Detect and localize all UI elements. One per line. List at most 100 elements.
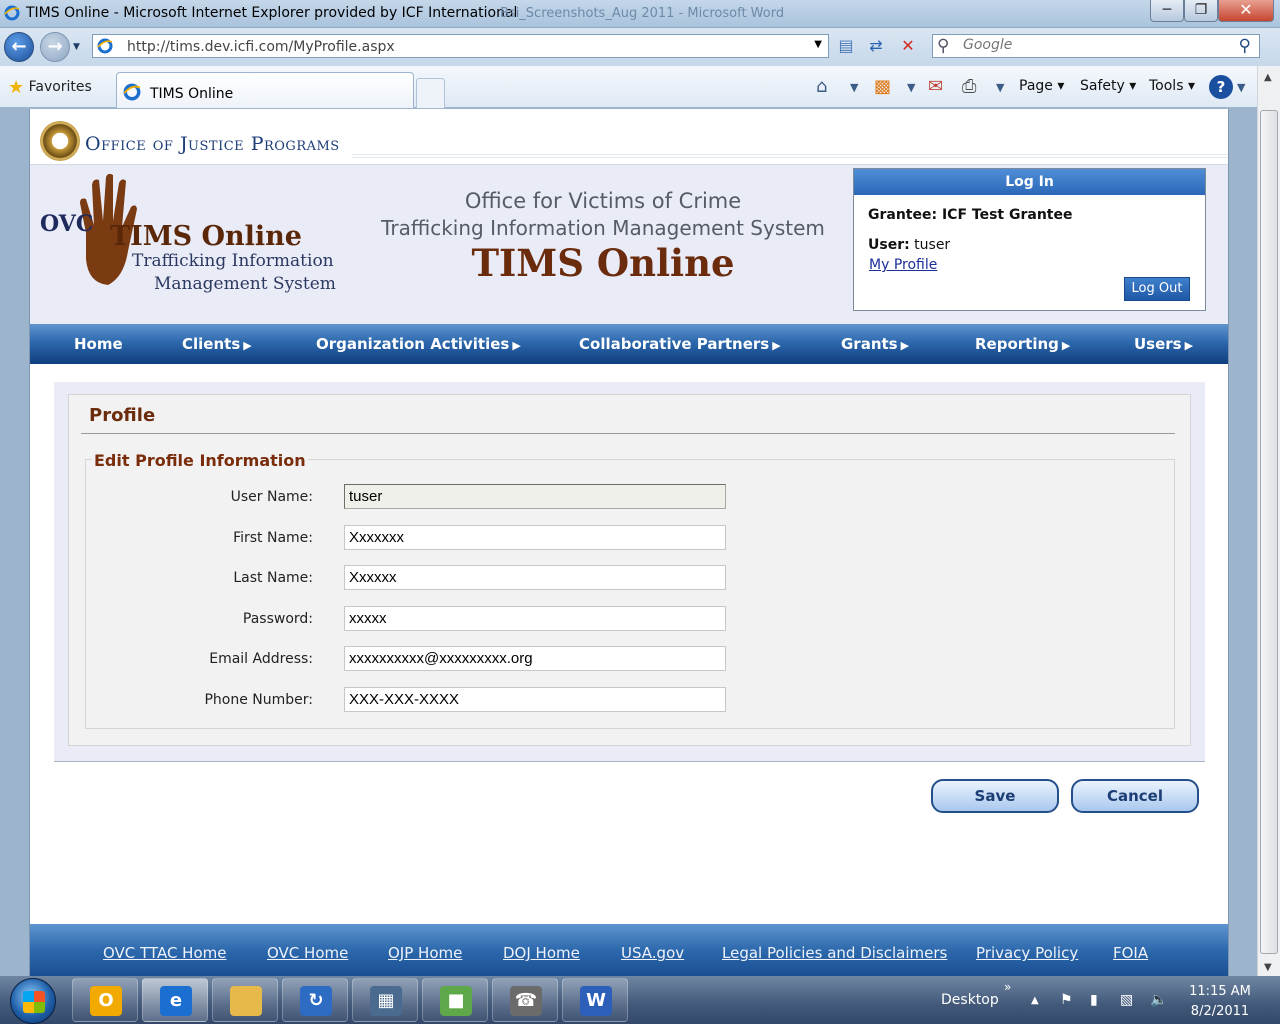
- taskbar-word[interactable]: W: [562, 978, 628, 1022]
- footer-link-ojp[interactable]: OJP Home: [388, 944, 462, 962]
- window-title-ghost: Bsi_Screenshots_Aug 2011 - Microsoft Wor…: [500, 6, 785, 21]
- forward-button[interactable]: →: [40, 32, 70, 62]
- help-icon[interactable]: ?: [1209, 75, 1233, 99]
- vertical-scrollbar[interactable]: ▲ ▼: [1257, 66, 1280, 976]
- taskbar-outlook[interactable]: O: [72, 978, 138, 1022]
- maximize-button[interactable]: ❐: [1184, 0, 1218, 22]
- submenu-arrow-icon: ▶: [243, 339, 252, 352]
- tools-menu[interactable]: Tools ▾: [1149, 78, 1195, 94]
- menu-grants-label: Grants: [841, 335, 898, 353]
- banner-rule: [352, 154, 1228, 160]
- footer-link-ovc[interactable]: OVC Home: [267, 944, 348, 962]
- address-dropdown-icon[interactable]: ▼: [814, 39, 822, 50]
- new-tab-button[interactable]: [416, 78, 445, 108]
- login-header: Log In: [854, 169, 1205, 195]
- username-field[interactable]: [344, 484, 726, 509]
- taskbar-communicator[interactable]: ↻: [282, 978, 348, 1022]
- email-field[interactable]: [344, 646, 726, 671]
- network-icon[interactable]: ▧: [1120, 992, 1133, 1008]
- taskbar-remote-desktop[interactable]: ▦: [352, 978, 418, 1022]
- favorites-button[interactable]: ★ Favorites: [8, 77, 92, 98]
- tab-ie-icon: [123, 83, 141, 101]
- footer-link-privacy[interactable]: Privacy Policy: [976, 944, 1078, 962]
- menu-reporting[interactable]: Reporting ▶: [975, 335, 1070, 353]
- menu-users[interactable]: Users ▶: [1134, 335, 1193, 353]
- battery-icon[interactable]: ▮: [1090, 992, 1098, 1008]
- recent-pages-dropdown-icon[interactable]: ▼: [73, 42, 80, 52]
- footer-link-usa-gov[interactable]: USA.gov: [621, 944, 684, 962]
- page-title: Profile: [89, 405, 156, 426]
- save-button[interactable]: Save: [931, 779, 1059, 813]
- logo-tims: TIMS Online: [110, 221, 302, 252]
- header-line-3: TIMS Online: [471, 241, 735, 285]
- home-dropdown-icon[interactable]: ▼: [850, 81, 858, 94]
- feeds-icon[interactable]: ▩: [874, 76, 891, 97]
- footer-link-ovc-ttac[interactable]: OVC TTAC Home: [103, 944, 226, 962]
- window-title: TIMS Online - Microsoft Internet Explore…: [26, 5, 518, 21]
- tray-expand-icon[interactable]: ▲: [1031, 995, 1039, 1006]
- back-button[interactable]: ←: [4, 32, 34, 62]
- logout-button[interactable]: Log Out: [1124, 277, 1190, 301]
- submenu-arrow-icon: ▶: [900, 339, 910, 352]
- phone-field[interactable]: [344, 687, 726, 712]
- lastname-field[interactable]: [344, 565, 726, 590]
- username-label: User Name:: [230, 489, 313, 505]
- scroll-down-icon[interactable]: ▼: [1264, 962, 1272, 973]
- lock-icon: ■: [440, 986, 472, 1016]
- menu-collaborative-partners[interactable]: Collaborative Partners ▶: [579, 335, 781, 353]
- system-clock[interactable]: 11:15 AM 8/2/2011: [1180, 982, 1260, 1022]
- page-menu[interactable]: Page ▾: [1019, 78, 1064, 94]
- cancel-button[interactable]: Cancel: [1071, 779, 1199, 813]
- compatibility-view-icon[interactable]: ▤: [834, 35, 858, 57]
- refresh-icon[interactable]: ⇄: [864, 35, 888, 57]
- help-dropdown-icon[interactable]: ▼: [1237, 81, 1245, 94]
- minimize-button[interactable]: ─: [1150, 0, 1184, 22]
- taskbar-internet-explorer[interactable]: e: [142, 978, 208, 1022]
- submenu-arrow-icon: ▶: [1061, 339, 1071, 352]
- address-url[interactable]: http://tims.dev.icfi.com/MyProfile.aspx: [127, 39, 395, 55]
- menu-users-label: Users: [1134, 335, 1182, 353]
- menu-organization-activities[interactable]: Organization Activities ▶: [316, 335, 521, 353]
- taskbar-explorer[interactable]: [212, 978, 278, 1022]
- footer-link-legal[interactable]: Legal Policies and Disclaimers: [722, 944, 947, 962]
- password-field[interactable]: [344, 606, 726, 631]
- windows-taskbar: O e ↻ ▦ ■ ☎ W Desktop » ▲ ⚑ ▮ ▧ 🔈 11:15 …: [0, 976, 1280, 1024]
- my-profile-link[interactable]: My Profile: [869, 257, 937, 273]
- action-center-flag-icon[interactable]: ⚑: [1060, 992, 1073, 1008]
- footer-link-doj[interactable]: DOJ Home: [503, 944, 580, 962]
- stop-icon[interactable]: ✕: [896, 35, 920, 57]
- firstname-field[interactable]: [344, 525, 726, 550]
- menu-home[interactable]: Home: [74, 335, 123, 353]
- menu-grants[interactable]: Grants ▶: [841, 335, 909, 353]
- window-titlebar: TIMS Online - Microsoft Internet Explore…: [0, 0, 1280, 28]
- scroll-thumb[interactable]: [1260, 110, 1278, 954]
- feeds-dropdown-icon[interactable]: ▼: [907, 81, 915, 94]
- taskbar-security[interactable]: ■: [422, 978, 488, 1022]
- taskbar-phone[interactable]: ☎: [492, 978, 558, 1022]
- close-button[interactable]: ✕: [1218, 0, 1274, 22]
- desktop-toolbar-label[interactable]: Desktop: [941, 992, 999, 1008]
- scroll-up-icon[interactable]: ▲: [1264, 72, 1272, 83]
- page-viewport: Office of Justice Programs OVC TIMS Onli…: [0, 109, 1257, 976]
- menu-clients[interactable]: Clients ▶: [182, 335, 252, 353]
- search-icon[interactable]: ⚲: [1239, 36, 1251, 56]
- home-icon[interactable]: ⌂: [816, 76, 827, 97]
- menu-home-label: Home: [74, 335, 123, 353]
- search-input[interactable]: [963, 37, 1213, 53]
- print-icon[interactable]: ⎙: [962, 76, 976, 97]
- footer-link-foia[interactable]: FOIA: [1113, 944, 1148, 962]
- phone-label: Phone Number:: [204, 692, 313, 708]
- search-box[interactable]: ⚲ ⚲: [932, 34, 1260, 58]
- mail-icon[interactable]: ✉: [928, 76, 943, 97]
- communicator-icon: ↻: [300, 986, 332, 1016]
- submenu-arrow-icon: ▶: [772, 339, 781, 352]
- toolbar-chevron-icon[interactable]: »: [1004, 980, 1011, 994]
- address-bar[interactable]: http://tims.dev.icfi.com/MyProfile.aspx …: [92, 34, 829, 58]
- user-value: tuser: [914, 237, 951, 253]
- volume-icon[interactable]: 🔈: [1150, 992, 1167, 1008]
- command-bar: ★ Favorites TIMS Online ⌂ ▼ ▩ ▼ ✉ ⎙ ▼ Pa…: [0, 66, 1280, 108]
- tab-tims-online[interactable]: TIMS Online: [116, 72, 414, 108]
- print-dropdown-icon[interactable]: ▼: [996, 81, 1004, 94]
- safety-menu[interactable]: Safety ▾: [1080, 78, 1136, 94]
- start-button[interactable]: [10, 978, 56, 1024]
